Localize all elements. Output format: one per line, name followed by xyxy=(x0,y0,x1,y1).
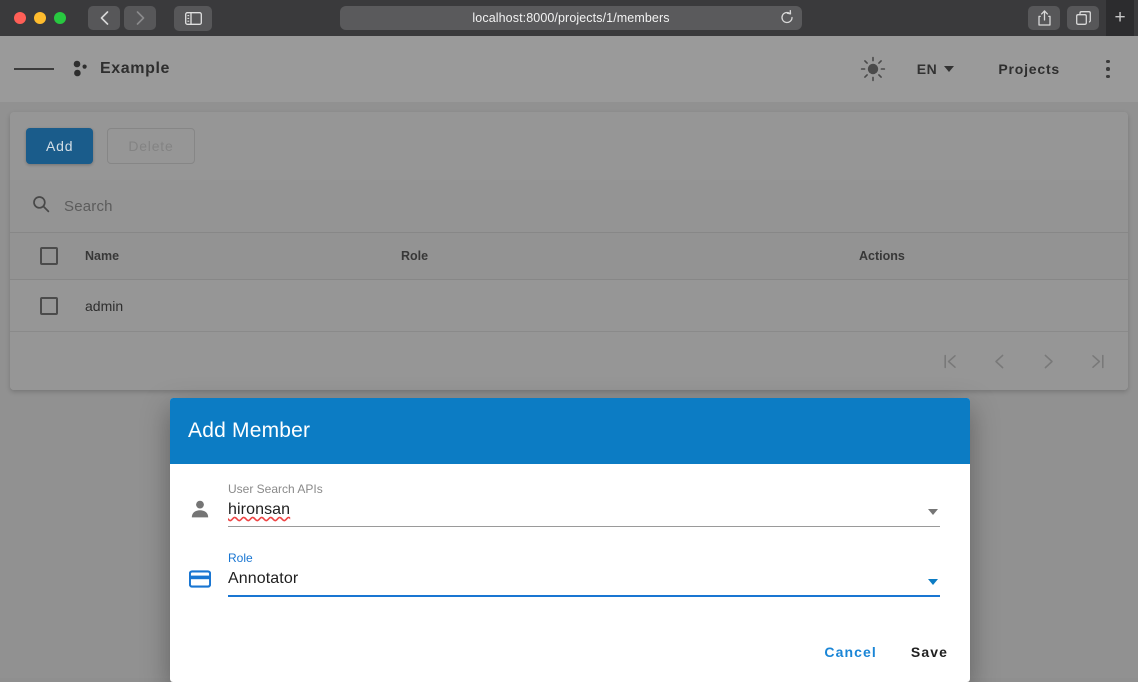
close-window-button[interactable] xyxy=(14,12,26,24)
forward-button[interactable] xyxy=(124,6,156,30)
url-text: localhost:8000/projects/1/members xyxy=(472,11,670,25)
browser-toolbar: localhost:8000/projects/1/members + xyxy=(0,0,1138,36)
hamburger-menu-icon xyxy=(14,68,28,70)
chevron-down-icon[interactable] xyxy=(928,509,938,515)
chevron-left-icon xyxy=(100,11,108,25)
app-header: Example EN Projects xyxy=(0,36,1138,102)
app-header-actions: EN Projects xyxy=(853,36,1138,102)
new-tab-button[interactable]: + xyxy=(1106,0,1134,36)
page-title: Example xyxy=(100,60,171,77)
address-bar[interactable]: localhost:8000/projects/1/members xyxy=(340,6,802,30)
user-search-input-wrap: User Search APIs hironsan xyxy=(228,482,940,527)
dialog-header: Add Member xyxy=(170,398,970,464)
chevron-down-icon[interactable] xyxy=(928,579,938,585)
sun-icon xyxy=(860,56,885,82)
save-button[interactable]: Save xyxy=(911,644,948,660)
user-search-label: User Search APIs xyxy=(228,482,323,496)
dialog-body: User Search APIs hironsan Role Annotator xyxy=(170,464,970,597)
tab-overview-icon xyxy=(1075,10,1091,25)
kebab-menu-icon xyxy=(1106,59,1110,64)
card-icon xyxy=(188,567,212,591)
tab-overview-button[interactable] xyxy=(1067,6,1099,30)
maximize-window-button[interactable] xyxy=(54,12,66,24)
role-select[interactable]: Annotator xyxy=(228,570,940,595)
navigation-buttons xyxy=(88,6,156,30)
project-dots-icon xyxy=(73,60,87,77)
dialog-actions: Cancel Save xyxy=(170,622,970,682)
person-icon xyxy=(188,497,212,521)
new-tab-label: + xyxy=(1114,7,1126,28)
role-underline xyxy=(228,595,940,597)
user-search-underline xyxy=(228,526,940,527)
overflow-menu-button[interactable] xyxy=(1096,49,1120,89)
page-body: Add Delete Search Name Role Actions admi… xyxy=(0,102,1138,682)
minimize-window-button[interactable] xyxy=(34,12,46,24)
sidebar-toggle-icon xyxy=(184,11,202,25)
add-member-dialog: Add Member User Search APIs hironsan Rol… xyxy=(170,398,970,682)
brand[interactable]: Example xyxy=(71,59,170,79)
share-button[interactable] xyxy=(1028,6,1060,30)
menu-button[interactable] xyxy=(14,49,54,89)
cancel-button[interactable]: Cancel xyxy=(824,644,877,660)
browser-right-controls: + xyxy=(1028,0,1138,36)
role-field[interactable]: Role Annotator xyxy=(188,551,940,597)
projects-link[interactable]: Projects xyxy=(998,61,1060,77)
language-label: EN xyxy=(916,61,938,77)
share-icon xyxy=(1037,10,1051,26)
reload-icon xyxy=(781,9,793,24)
role-select-wrap: Role Annotator xyxy=(228,551,940,597)
theme-toggle-button[interactable] xyxy=(853,49,893,89)
sidebar-toggle-button[interactable] xyxy=(174,5,212,31)
chevron-right-icon xyxy=(136,11,144,25)
back-button[interactable] xyxy=(88,6,120,30)
window-controls xyxy=(14,12,66,24)
reload-button[interactable] xyxy=(780,9,794,28)
language-selector[interactable]: EN xyxy=(917,61,955,77)
dialog-title: Add Member xyxy=(188,419,311,442)
chevron-down-icon xyxy=(944,66,955,72)
user-search-input[interactable]: hironsan xyxy=(228,501,940,526)
role-label: Role xyxy=(228,551,253,565)
user-search-field[interactable]: User Search APIs hironsan xyxy=(188,482,940,527)
